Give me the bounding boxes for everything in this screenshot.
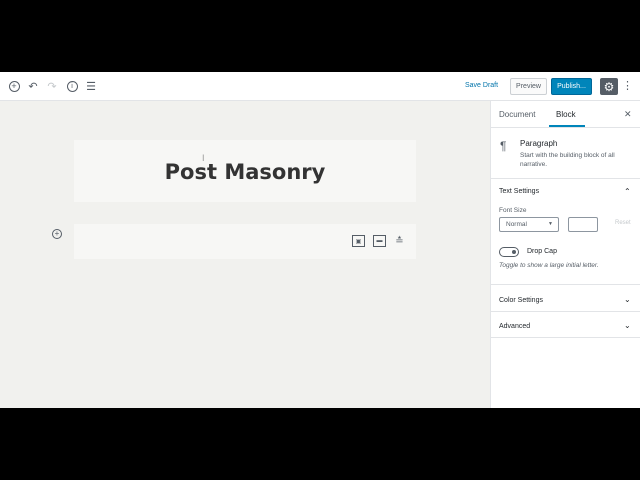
font-size-select[interactable]: Normal ▼ xyxy=(499,217,559,232)
font-size-value: Normal xyxy=(506,221,527,228)
vertical-dots-icon[interactable]: ⋮ xyxy=(622,79,633,92)
block-description: Start with the building block of all nar… xyxy=(520,152,615,168)
divider xyxy=(491,337,640,338)
block-editor: + ↶ ↷ i ☰ Save Draft Preview Publish... … xyxy=(0,72,640,408)
gear-icon[interactable]: ⚙ xyxy=(600,78,618,95)
drop-cap-help: Toggle to show a large initial letter. xyxy=(499,262,599,269)
chevron-down-icon[interactable]: ⌄ xyxy=(624,321,631,330)
preview-button[interactable]: Preview xyxy=(510,78,547,95)
tab-document[interactable]: Document xyxy=(499,110,535,119)
color-settings-title[interactable]: Color Settings xyxy=(499,297,543,304)
block-inserter-icon[interactable]: + xyxy=(52,229,62,239)
reset-button[interactable]: Reset xyxy=(615,220,631,226)
info-icon[interactable]: i xyxy=(65,79,79,93)
block-name: Paragraph xyxy=(520,139,558,148)
save-draft-button[interactable]: Save Draft xyxy=(465,82,498,89)
chevron-up-icon[interactable]: ⌃ xyxy=(624,187,631,196)
close-icon[interactable]: ✕ xyxy=(624,109,632,120)
wide-align-icon[interactable]: ▬ xyxy=(373,235,386,247)
paragraph-icon: ¶ xyxy=(500,139,507,153)
redo-icon[interactable]: ↷ xyxy=(45,79,59,93)
align-center-icon[interactable]: ≛ xyxy=(393,235,406,247)
settings-sidebar: Document Block ✕ ¶ Paragraph Start with … xyxy=(490,101,640,408)
advanced-title[interactable]: Advanced xyxy=(499,323,530,330)
caret-down-icon: ▼ xyxy=(548,221,553,227)
divider xyxy=(491,178,640,179)
custom-font-size-input[interactable] xyxy=(568,217,598,232)
font-size-label: Font Size xyxy=(499,207,527,214)
drop-cap-label: Drop Cap xyxy=(527,248,557,255)
publish-button[interactable]: Publish... xyxy=(551,78,592,95)
divider xyxy=(491,311,640,312)
divider xyxy=(491,284,640,285)
paragraph-block[interactable]: ▣ ▬ ≛ xyxy=(74,224,416,259)
media-text-icon[interactable]: ▣ xyxy=(352,235,365,247)
text-settings-title[interactable]: Text Settings xyxy=(499,188,539,195)
active-tab-indicator xyxy=(549,125,585,127)
text-cursor-icon: I xyxy=(202,153,205,163)
plus-circle-icon[interactable]: + xyxy=(7,79,21,93)
drop-cap-toggle[interactable] xyxy=(499,247,519,257)
tab-block[interactable]: Block xyxy=(556,110,576,119)
editor-canvas: Post Masonry I + ▣ ▬ ≛ xyxy=(0,101,490,408)
post-title-block[interactable]: Post Masonry xyxy=(74,140,416,202)
undo-icon[interactable]: ↶ xyxy=(26,79,40,93)
list-icon[interactable]: ☰ xyxy=(84,79,98,93)
chevron-down-icon[interactable]: ⌄ xyxy=(624,295,631,304)
sidebar-tabs: Document Block ✕ xyxy=(491,101,640,128)
post-title[interactable]: Post Masonry xyxy=(165,160,326,184)
editor-toolbar: + ↶ ↷ i ☰ Save Draft Preview Publish... … xyxy=(0,72,640,101)
